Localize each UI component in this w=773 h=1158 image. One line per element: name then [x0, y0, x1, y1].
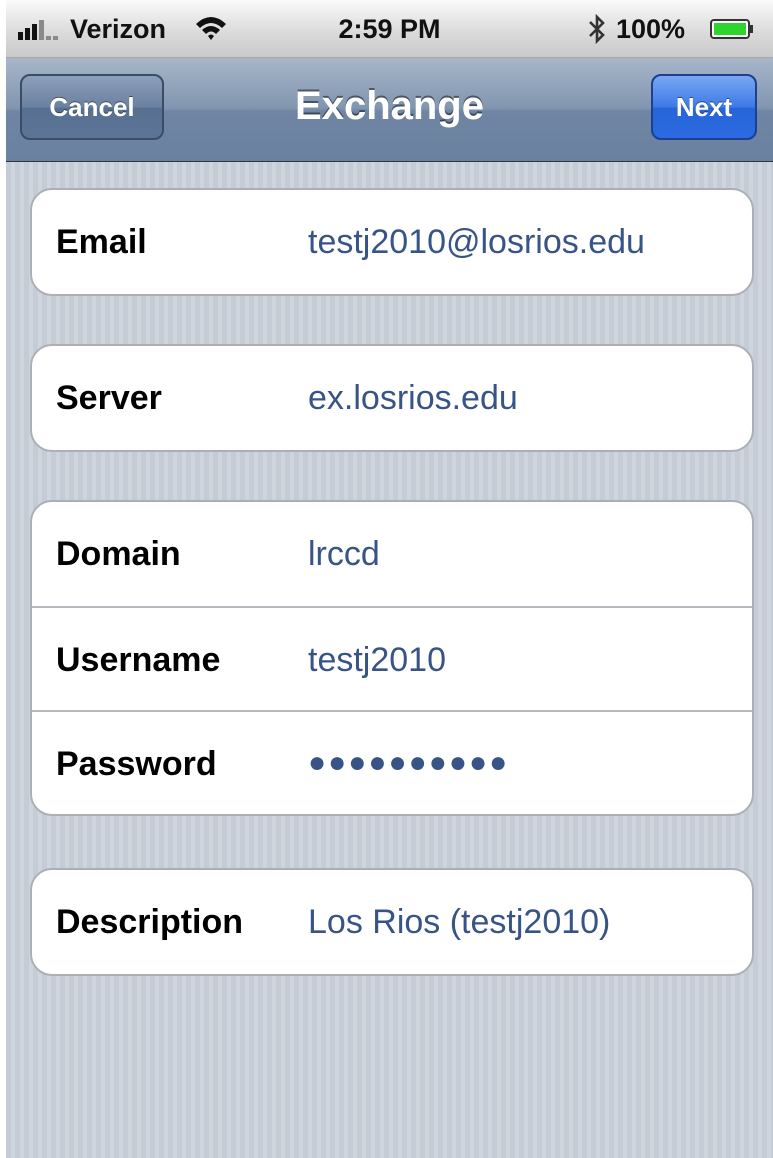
- email-row[interactable]: Email testj2010@losrios.edu: [32, 190, 752, 294]
- server-row[interactable]: Server ex.losrios.edu: [32, 346, 752, 450]
- domain-row[interactable]: Domain lrccd: [32, 502, 752, 606]
- server-field[interactable]: ex.losrios.edu: [308, 379, 518, 418]
- email-field[interactable]: testj2010@losrios.edu: [308, 223, 645, 262]
- next-button[interactable]: Next: [651, 74, 757, 140]
- username-label: Username: [56, 641, 221, 679]
- email-label: Email: [56, 223, 147, 261]
- domain-label: Domain: [56, 535, 181, 573]
- description-label: Description: [56, 903, 244, 941]
- domain-field[interactable]: lrccd: [308, 535, 380, 574]
- battery-icon: [710, 19, 753, 39]
- description-field[interactable]: Los Rios (testj2010): [308, 903, 610, 942]
- credentials-group: Domain lrccd Username testj2010 Password…: [30, 500, 754, 816]
- server-group: Server ex.losrios.edu: [30, 344, 754, 452]
- exchange-setup-screen: Verizon 2:59 PM 100% Cancel Exchange Nex…: [6, 0, 773, 1158]
- username-field[interactable]: testj2010: [308, 641, 446, 680]
- username-row[interactable]: Username testj2010: [32, 606, 752, 710]
- password-label: Password: [56, 745, 217, 783]
- status-bar: Verizon 2:59 PM 100%: [6, 0, 773, 58]
- password-field[interactable]: ●●●●●●●●●●: [308, 746, 509, 780]
- navigation-bar: Cancel Exchange Next: [6, 58, 773, 162]
- battery-percent: 100%: [616, 14, 686, 44]
- bluetooth-icon: [589, 14, 605, 44]
- description-group: Description Los Rios (testj2010): [30, 868, 754, 976]
- password-row[interactable]: Password ●●●●●●●●●●: [32, 710, 752, 814]
- description-row[interactable]: Description Los Rios (testj2010): [32, 870, 752, 974]
- email-group: Email testj2010@losrios.edu: [30, 188, 754, 296]
- server-label: Server: [56, 379, 162, 417]
